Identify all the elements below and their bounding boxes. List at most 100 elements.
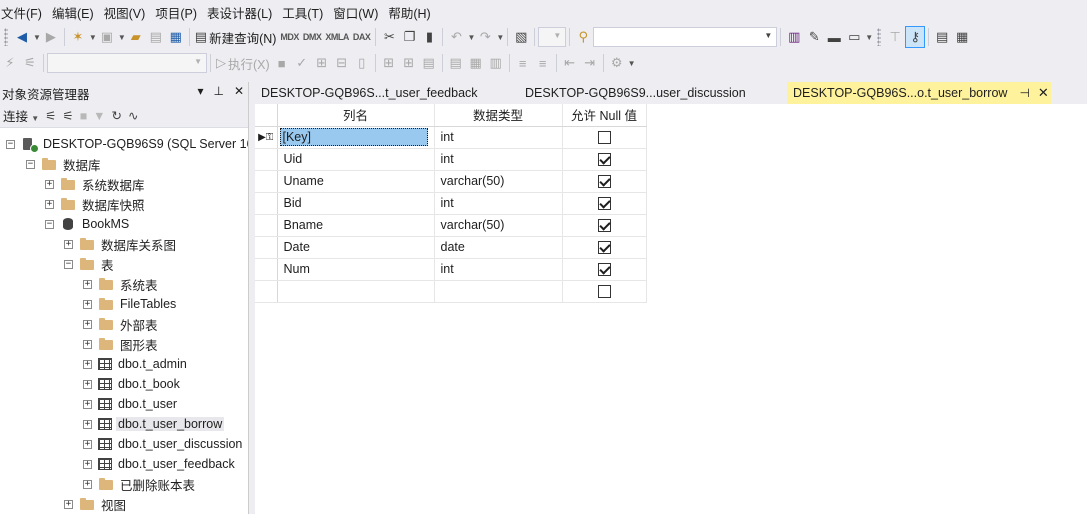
save-icon[interactable]: ▤ <box>146 26 166 48</box>
new-query-button[interactable]: ▤ 新建查询(N) <box>193 26 279 48</box>
menu-file[interactable]: 文件(F) <box>0 3 50 22</box>
row-selector[interactable] <box>255 258 278 281</box>
query-designer-icon[interactable]: ⊟ <box>332 52 352 74</box>
row-selector[interactable] <box>255 148 278 171</box>
row-selector[interactable] <box>255 280 278 303</box>
include-plan-icon[interactable]: ⊞ <box>399 52 419 74</box>
tree-node-t-admin[interactable]: + dbo.t_admin <box>83 354 187 374</box>
expand-icon[interactable]: + <box>83 299 92 309</box>
expand-icon[interactable]: + <box>83 359 92 369</box>
table-row[interactable]: Date date <box>255 236 647 259</box>
activity-monitor-icon[interactable]: ▧ <box>511 26 531 48</box>
row-selector[interactable] <box>255 214 278 237</box>
comment-icon[interactable]: ≡ <box>513 52 533 74</box>
filter-icon[interactable]: ▼ <box>93 109 105 123</box>
intellisense-icon[interactable]: ⊞ <box>379 52 399 74</box>
menu-help[interactable]: 帮助(H) <box>386 3 438 22</box>
connect-button[interactable]: 连接 ▼ <box>3 106 39 125</box>
pin-icon[interactable]: ⊣ <box>1019 86 1029 100</box>
chevron-down-icon[interactable]: ▼ <box>628 59 636 68</box>
allow-nulls-checkbox[interactable] <box>597 219 611 233</box>
tree-node-system-databases[interactable]: + 系统数据库 <box>45 174 145 194</box>
column-name-cell[interactable]: Date <box>277 236 435 259</box>
data-type-cell[interactable]: int <box>434 126 563 149</box>
table-row-new[interactable] <box>255 280 647 303</box>
disconnect-icon[interactable]: ⚟ <box>62 108 73 123</box>
collapse-icon[interactable]: − <box>26 159 35 169</box>
data-type-cell[interactable]: varchar(50) <box>434 214 563 237</box>
menu-table-designer[interactable]: 表设计器(L) <box>205 3 280 22</box>
menu-edit[interactable]: 编辑(E) <box>50 3 102 22</box>
tree-node-database-diagrams[interactable]: + 数据库关系图 <box>64 234 176 254</box>
allow-nulls-checkbox[interactable] <box>597 197 611 211</box>
copy-icon[interactable]: ❐ <box>399 26 419 48</box>
column-name-cell[interactable]: Bname <box>277 214 435 237</box>
chevron-down-icon[interactable]: ▼ <box>865 33 873 42</box>
specify-values-icon[interactable]: ⚙ <box>607 52 627 74</box>
tree-node-filetables[interactable]: + FileTables <box>83 294 176 314</box>
table-row[interactable]: Num int <box>255 258 647 281</box>
row-selector[interactable]: ▶⚿ <box>255 126 278 149</box>
tree-node-bookms[interactable]: − BookMS <box>45 214 129 234</box>
tab-t-user-discussion[interactable]: DESKTOP-GQB96S9...user_discussion <box>519 82 787 104</box>
data-type-cell[interactable]: varchar(50) <box>434 170 563 193</box>
tree-node-views[interactable]: + 视图 <box>64 494 126 514</box>
dax-query-button[interactable]: DAX <box>351 26 373 48</box>
close-icon[interactable]: ✕ <box>234 84 244 98</box>
expand-icon[interactable]: + <box>45 199 54 209</box>
tree-node-database-snapshots[interactable]: + 数据库快照 <box>45 194 145 214</box>
data-type-cell[interactable]: int <box>434 192 563 215</box>
column-name-cell[interactable]: Uname <box>277 170 435 193</box>
menu-project[interactable]: 项目(P) <box>153 3 205 22</box>
allow-nulls-checkbox[interactable] <box>597 241 611 255</box>
tree-node-t-user-discussion[interactable]: + dbo.t_user_discussion <box>83 434 242 454</box>
allow-nulls-checkbox[interactable] <box>597 263 611 277</box>
chevron-down-icon[interactable]: ▼ <box>118 33 126 42</box>
data-type-cell[interactable]: date <box>434 236 563 259</box>
collapse-icon[interactable]: − <box>64 259 73 269</box>
connect-query-icon[interactable]: ⚡ <box>0 52 20 74</box>
chevron-down-icon[interactable]: ▾ <box>197 84 203 98</box>
find-icon[interactable]: ⚲ <box>573 26 593 48</box>
toolbar-grip[interactable] <box>877 28 882 46</box>
dmx-query-button[interactable]: DMX <box>301 26 324 48</box>
expand-icon[interactable]: + <box>64 239 73 249</box>
data-type-cell[interactable]: int <box>434 148 563 171</box>
relationships-icon[interactable]: ⊤ <box>885 26 905 48</box>
tree-node-t-user[interactable]: + dbo.t_user <box>83 394 177 414</box>
chevron-down-icon[interactable]: ▼ <box>496 33 504 42</box>
menu-window[interactable]: 窗口(W) <box>331 3 386 22</box>
redo-icon[interactable]: ↷ <box>475 26 495 48</box>
activity-icon[interactable]: ∿ <box>128 108 138 123</box>
pin-icon[interactable]: ⊥ <box>213 84 223 98</box>
forward-icon[interactable]: ▶ <box>41 26 61 48</box>
menu-view[interactable]: 视图(V) <box>102 3 154 22</box>
solution-config-dropdown[interactable]: ▼ <box>538 27 567 47</box>
allow-nulls-checkbox[interactable] <box>597 131 611 145</box>
column-name-cell[interactable]: [Key] <box>277 126 435 149</box>
paste-icon[interactable]: ▮ <box>419 26 439 48</box>
allow-nulls-checkbox[interactable] <box>597 175 611 189</box>
expand-icon[interactable]: + <box>83 319 92 329</box>
results-to-grid-icon[interactable]: ▦ <box>466 52 486 74</box>
expand-icon[interactable]: + <box>83 439 92 449</box>
close-icon[interactable]: ✕ <box>1038 85 1049 101</box>
table-row[interactable]: Bid int <box>255 192 647 215</box>
properties-icon[interactable]: ✎ <box>804 26 824 48</box>
menu-tools[interactable]: 工具(T) <box>280 3 331 22</box>
indent-icon[interactable]: ⇥ <box>580 52 600 74</box>
table-row[interactable]: Uname varchar(50) <box>255 170 647 193</box>
tree-node-external-tables[interactable]: + 外部表 <box>83 314 158 334</box>
collapse-icon[interactable]: − <box>45 219 54 229</box>
save-all-icon[interactable]: ▦ <box>166 26 186 48</box>
generate-script-icon[interactable]: ▤ <box>932 26 952 48</box>
mdx-query-button[interactable]: MDX <box>278 26 301 48</box>
available-databases-dropdown[interactable]: ▼ <box>47 53 207 73</box>
manage-indexes-icon[interactable]: ▦ <box>952 26 972 48</box>
tree-node-t-book[interactable]: + dbo.t_book <box>83 374 180 394</box>
tree-node-server[interactable]: − DESKTOP-GQB96S9 (SQL Server 16 <box>6 134 248 154</box>
expand-icon[interactable]: + <box>83 459 92 469</box>
expand-icon[interactable]: + <box>83 339 92 349</box>
tree-node-t-user-borrow[interactable]: + dbo.t_user_borrow <box>83 414 225 434</box>
column-name-cell[interactable]: Num <box>277 258 435 281</box>
